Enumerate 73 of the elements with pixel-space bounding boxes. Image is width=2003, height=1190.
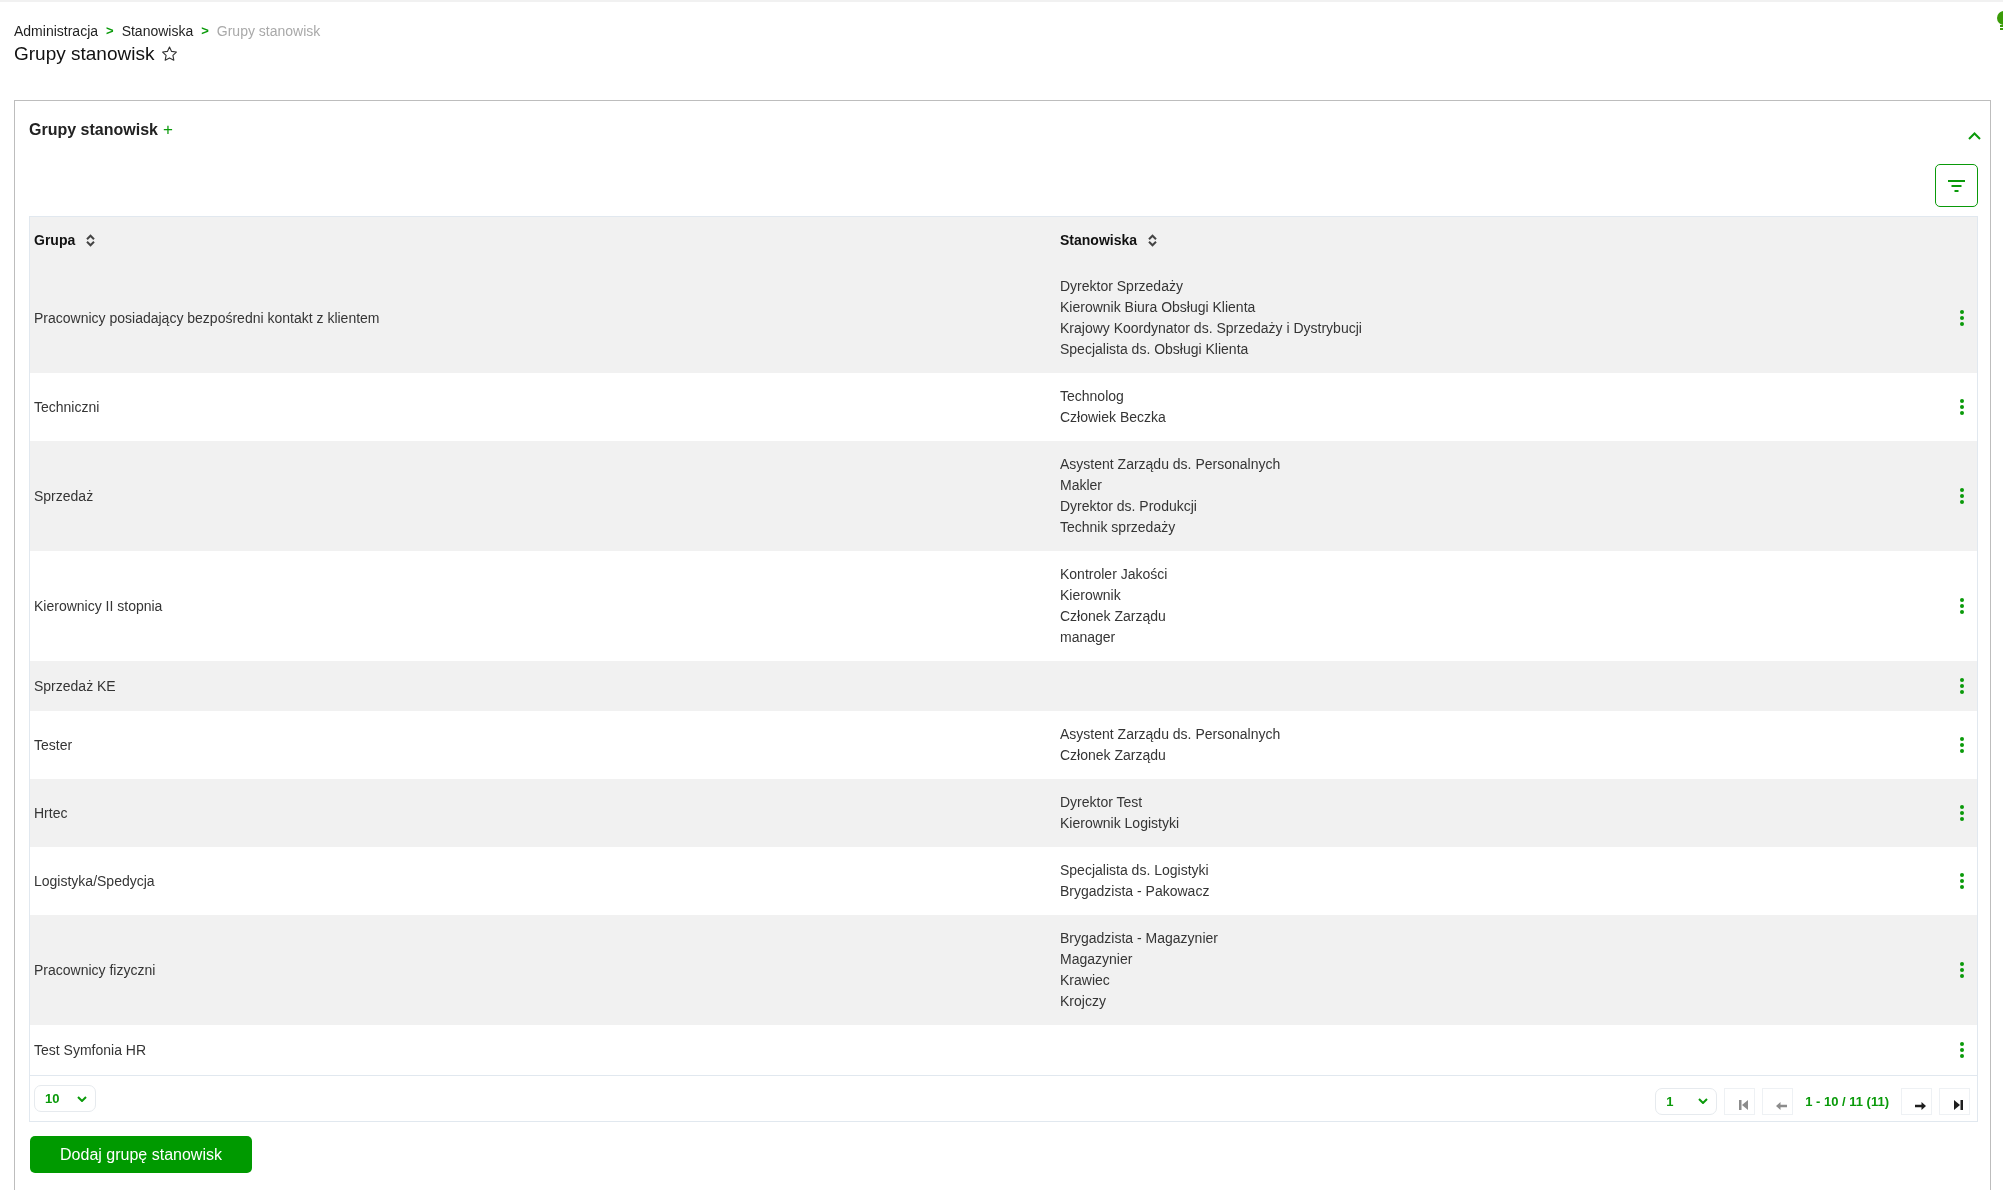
group-name: Test Symfonia HR bbox=[34, 1041, 147, 1058]
position-name: Kierownik Logistyki bbox=[1060, 814, 1180, 833]
position-name: Krojczy bbox=[1060, 992, 1106, 1011]
position-name: Makler bbox=[1060, 476, 1102, 495]
group-name: Sprzedaż KE bbox=[34, 677, 116, 694]
position-name: Technik sprzedaży bbox=[1060, 518, 1176, 537]
kebab-menu-icon[interactable] bbox=[1960, 805, 1964, 821]
group-name: Techniczni bbox=[34, 398, 100, 415]
kebab-menu-icon[interactable] bbox=[1960, 873, 1964, 889]
lightbulb-icon[interactable] bbox=[1996, 11, 2003, 30]
page-range-text: 1 - 10 / 11 (11) bbox=[1805, 1093, 1889, 1109]
group-name: Logistyka/Spedycja bbox=[34, 872, 155, 889]
page-size-select[interactable]: 10 bbox=[34, 1085, 96, 1112]
position-name: manager bbox=[1060, 628, 1116, 647]
filter-button[interactable] bbox=[1935, 164, 1978, 207]
position-name: Brygadzista - Pakowacz bbox=[1060, 882, 1210, 901]
chevron-down-icon bbox=[77, 1095, 87, 1102]
kebab-menu-icon[interactable] bbox=[1960, 962, 1964, 978]
kebab-menu-icon[interactable] bbox=[1960, 310, 1964, 326]
group-name: Hrtec bbox=[34, 804, 68, 821]
breadcrumb-link[interactable]: Stanowiska bbox=[121, 22, 194, 40]
page-title: Grupy stanowisk bbox=[14, 42, 155, 66]
next-page-button[interactable] bbox=[1901, 1087, 1932, 1115]
position-name: Dyrektor Sprzedaży bbox=[1060, 277, 1183, 296]
position-name: Kierownik Biura Obsługi Klienta bbox=[1060, 298, 1256, 317]
filter-icon bbox=[1948, 179, 1965, 192]
last-page-button[interactable] bbox=[1939, 1087, 1970, 1115]
add-button[interactable]: + bbox=[162, 120, 173, 140]
position-name: Krawiec bbox=[1060, 971, 1110, 990]
group-name: Pracownicy posiadający bezpośredni kontakt z klientem bbox=[34, 309, 380, 326]
position-name: Krajowy Koordynator ds. Sprzedaży i Dystrybucji bbox=[1060, 319, 1362, 338]
kebab-menu-icon[interactable] bbox=[1960, 737, 1964, 753]
position-name: Dyrektor Test bbox=[1060, 793, 1143, 812]
panel-title: Grupy stanowisk bbox=[29, 120, 158, 140]
group-name: Tester bbox=[34, 736, 73, 753]
breadcrumb-separator: > bbox=[106, 22, 114, 40]
group-name: Pracownicy fizyczni bbox=[34, 961, 156, 978]
column-header[interactable]: Grupa bbox=[34, 231, 96, 249]
breadcrumb-current: Grupy stanowisk bbox=[216, 22, 321, 40]
arrow-left-icon bbox=[1775, 1101, 1787, 1110]
sort-icon bbox=[86, 233, 96, 247]
position-name: Specjalista ds. Obsługi Klienta bbox=[1060, 340, 1249, 359]
kebab-menu-icon[interactable] bbox=[1960, 1042, 1964, 1058]
kebab-menu-icon[interactable] bbox=[1960, 678, 1964, 694]
position-name: Technolog bbox=[1060, 387, 1124, 406]
kebab-menu-icon[interactable] bbox=[1960, 488, 1964, 504]
star-outline-icon[interactable] bbox=[161, 46, 179, 62]
first-page-icon bbox=[1738, 1099, 1748, 1110]
sort-icon bbox=[1148, 233, 1158, 247]
column-header[interactable]: Stanowiska bbox=[1060, 231, 1158, 249]
group-name: Kierownicy II stopnia bbox=[34, 597, 163, 614]
position-name: Członek Zarządu bbox=[1060, 607, 1166, 626]
position-name: Brygadzista - Magazynier bbox=[1060, 929, 1218, 948]
kebab-menu-icon[interactable] bbox=[1960, 399, 1964, 415]
position-name: Asystent Zarządu ds. Personalnych bbox=[1060, 725, 1281, 744]
breadcrumb-separator: > bbox=[201, 22, 209, 40]
position-name: Człowiek Beczka bbox=[1060, 408, 1166, 427]
position-name: Specjalista ds. Logistyki bbox=[1060, 861, 1209, 880]
position-name: Dyrektor ds. Produkcji bbox=[1060, 497, 1197, 516]
last-page-icon bbox=[1953, 1099, 1963, 1110]
position-name: Kierownik bbox=[1060, 586, 1121, 605]
group-name: Sprzedaż bbox=[34, 487, 94, 504]
arrow-right-icon bbox=[1914, 1101, 1926, 1110]
chevron-down-icon bbox=[1698, 1098, 1709, 1104]
position-name: Magazynier bbox=[1060, 950, 1133, 969]
position-name: Asystent Zarządu ds. Personalnych bbox=[1060, 455, 1281, 474]
position-name: Kontroler Jakości bbox=[1060, 565, 1168, 584]
position-name: Członek Zarządu bbox=[1060, 746, 1166, 765]
chevron-up-icon[interactable] bbox=[1968, 132, 1981, 140]
add-group-button[interactable]: Dodaj grupę stanowisk bbox=[30, 1136, 252, 1173]
page-select[interactable]: 1 bbox=[1655, 1087, 1718, 1115]
breadcrumb-link[interactable]: Administracja bbox=[14, 22, 99, 40]
kebab-menu-icon[interactable] bbox=[1960, 598, 1964, 614]
